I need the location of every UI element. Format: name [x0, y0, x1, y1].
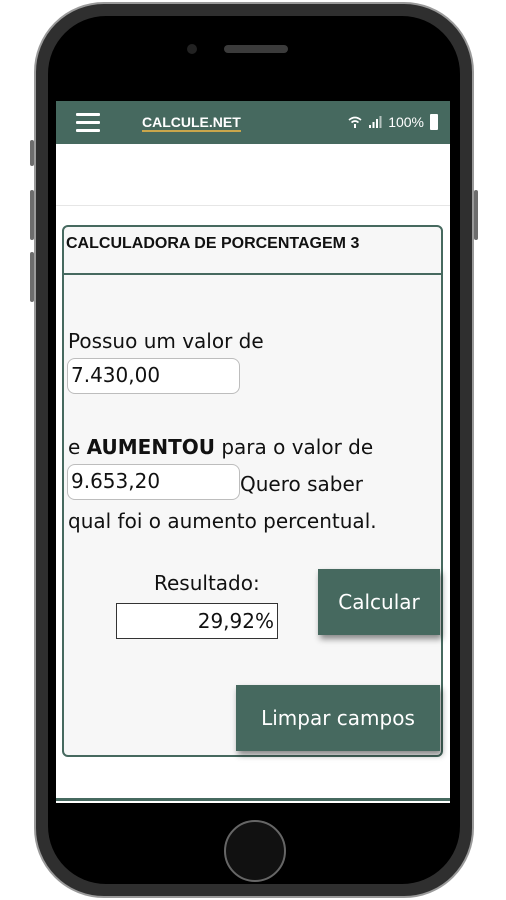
wifi-icon: [348, 116, 362, 128]
battery-percent: 100%: [388, 114, 424, 130]
result-label: Resultado:: [154, 571, 260, 595]
initial-value-label: Possuo um valor de: [68, 329, 264, 353]
battery-icon: [430, 114, 438, 130]
brand-logo[interactable]: CALCULE.NET: [142, 115, 241, 132]
calculator-title: CALCULADORA DE PORCENTAGEM 3: [64, 227, 441, 275]
final-value-field[interactable]: 9.653,20: [67, 464, 240, 500]
power-button: [474, 190, 478, 240]
increase-label: e AUMENTOU para o valor de: [68, 435, 373, 459]
calculate-button[interactable]: Calcular: [318, 569, 440, 635]
system-status: 100%: [348, 114, 438, 130]
app-screen: CALCULE.NET 100% CALCULADORA DE PORCENTA…: [56, 101, 450, 803]
earpiece-speaker: [224, 45, 288, 53]
initial-value-field[interactable]: 7.430,00: [67, 358, 240, 394]
volume-down-button: [30, 252, 34, 302]
bottom-accent-line: [56, 798, 450, 801]
menu-icon[interactable]: [76, 113, 100, 133]
question-label-line2: qual foi o aumento percentual.: [68, 509, 377, 533]
home-button[interactable]: [224, 820, 286, 882]
front-camera: [187, 44, 197, 54]
result-field: 29,92%: [116, 603, 278, 639]
mute-switch: [30, 140, 34, 166]
increase-label-prefix: e: [68, 435, 87, 459]
increase-keyword: AUMENTOU: [86, 435, 215, 459]
signal-icon: [369, 116, 382, 128]
clear-fields-button[interactable]: Limpar campos: [236, 685, 440, 751]
divider: [56, 205, 450, 206]
app-header: CALCULE.NET 100%: [56, 101, 450, 144]
calculator-card: CALCULADORA DE PORCENTAGEM 3 Possuo um v…: [62, 225, 443, 757]
question-label: Quero saber: [240, 472, 363, 496]
increase-label-suffix: para o valor de: [214, 435, 374, 459]
volume-up-button: [30, 190, 34, 240]
